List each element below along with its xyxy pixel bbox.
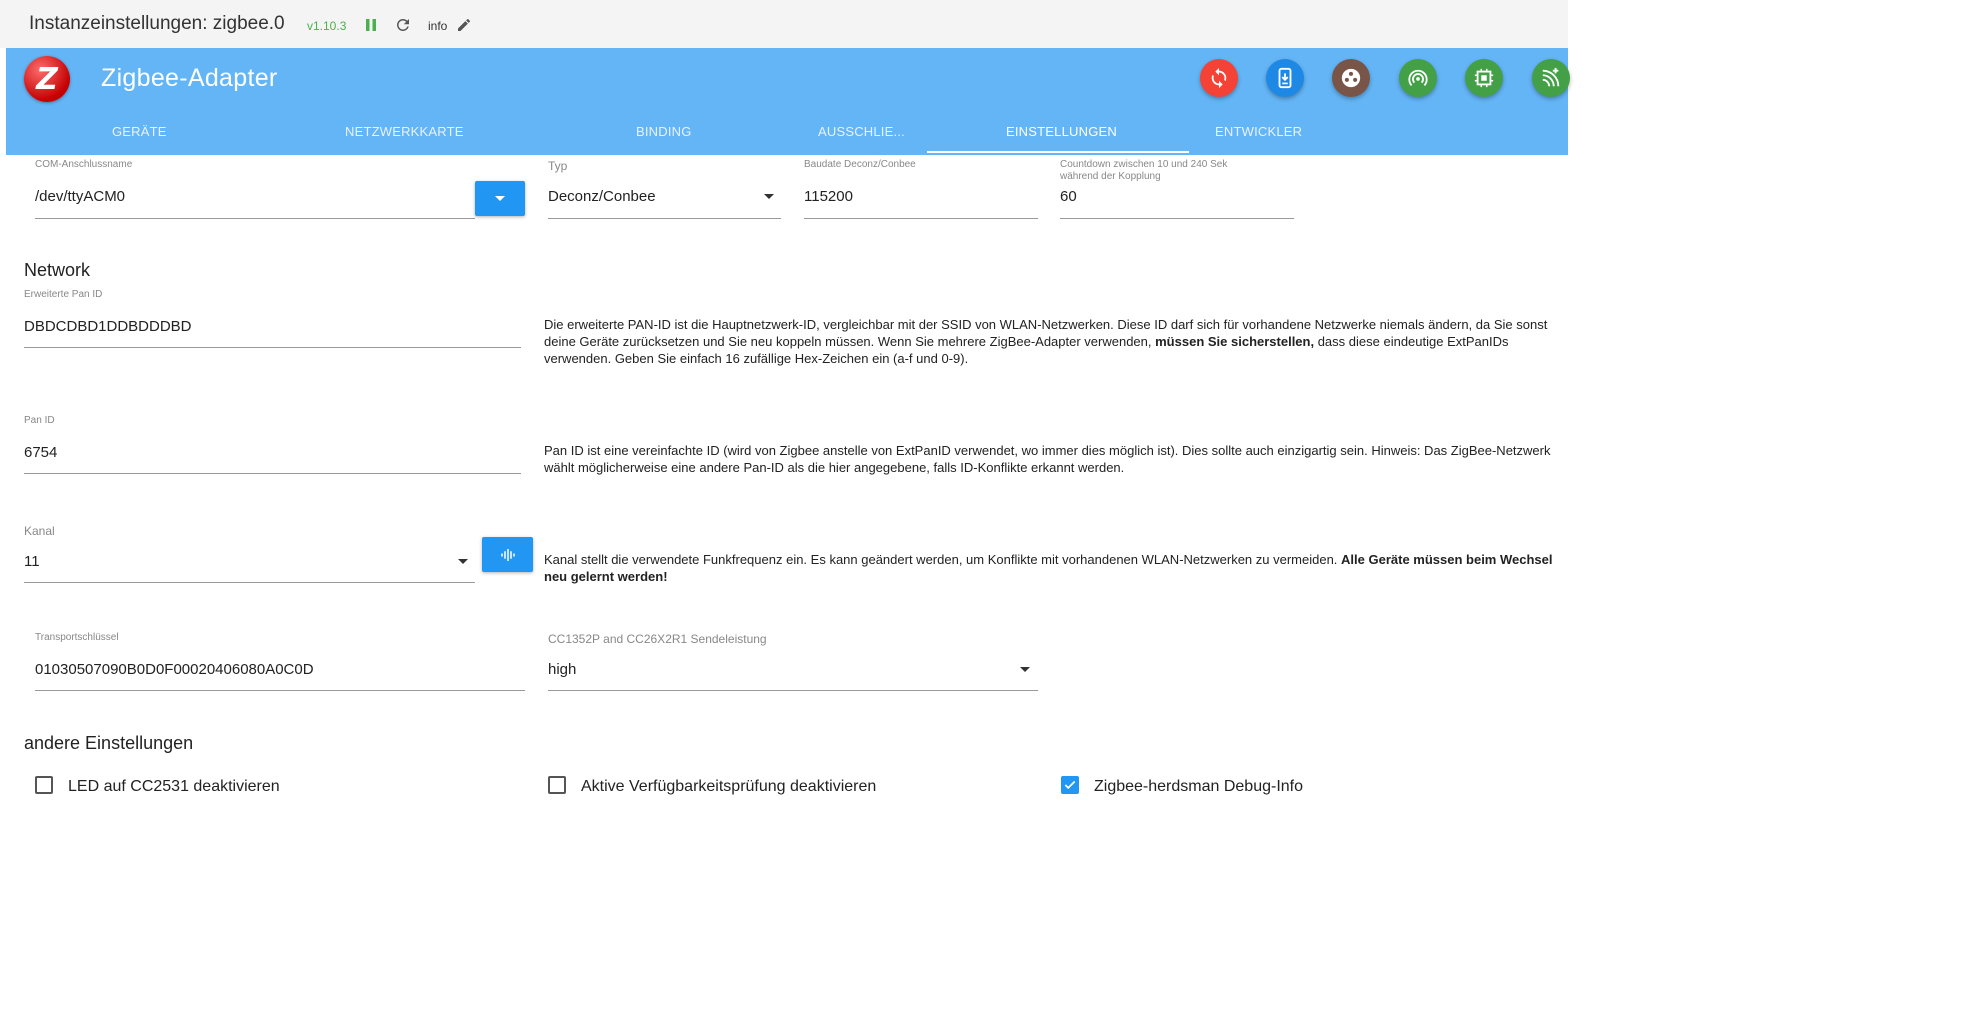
ext-pan-label: Erweiterte Pan ID — [24, 289, 103, 300]
reload-icon[interactable] — [394, 16, 412, 34]
channel-label: Kanal — [24, 524, 55, 538]
waveform-icon — [500, 548, 515, 561]
baud-label: Baudate Deconz/Conbee — [804, 159, 916, 170]
wifi-tethering-icon — [1408, 69, 1428, 86]
ext-pan-help: Die erweiterte PAN-ID ist die Hauptnetzw… — [544, 317, 1548, 366]
availability-disable-checkbox[interactable] — [548, 776, 566, 794]
led-disable-checkbox[interactable] — [35, 776, 53, 794]
chevron-down-icon[interactable] — [458, 559, 468, 564]
zigbee-logo: Z — [24, 56, 70, 102]
tab-ausschliessen[interactable]: AUSSCHLIE... — [818, 124, 905, 139]
active-tab-indicator — [927, 151, 1189, 153]
tx-power-select[interactable]: high — [548, 661, 576, 678]
chevron-down-icon — [495, 196, 505, 201]
download-icon — [1278, 67, 1292, 89]
wifi-tethering-button[interactable] — [1399, 59, 1437, 97]
chip-button[interactable] — [1465, 59, 1503, 97]
type-select[interactable]: Deconz/Conbee — [548, 188, 656, 205]
chevron-down-icon[interactable] — [764, 194, 774, 199]
page-title: Instanzeinstellungen: zigbee.0 — [29, 13, 285, 34]
channel-help: Kanal stellt die verwendete Funkfrequenz… — [544, 552, 1553, 584]
countdown-label-line2: während der Kopplung — [1060, 171, 1161, 182]
transport-key-label: Transportschlüssel — [35, 632, 119, 643]
tab-netzwerkkarte[interactable]: NETZWERKKARTE — [345, 124, 464, 139]
countdown-label: Countdown zwischen 10 und 240 Sek — [1060, 159, 1228, 170]
refresh-button[interactable] — [1200, 59, 1238, 97]
signal-icon — [1542, 67, 1560, 87]
com-port-label: COM-Anschlussname — [35, 159, 133, 170]
tab-geraete[interactable]: GERÄTE — [112, 124, 167, 139]
led-disable-label[interactable]: LED auf CC2531 deaktivieren — [68, 778, 280, 796]
ext-pan-input[interactable]: DBDCDBD1DDBDDDBD — [24, 318, 192, 335]
refresh-icon — [1211, 67, 1227, 89]
tab-entwickler[interactable]: ENTWICKLER — [1215, 124, 1302, 139]
other-settings-heading: andere Einstellungen — [24, 733, 194, 753]
network-heading: Network — [24, 260, 91, 280]
chip-icon — [1474, 68, 1494, 88]
countdown-input[interactable]: 60 — [1060, 188, 1077, 205]
hub-button[interactable] — [1332, 59, 1370, 97]
download-button[interactable] — [1266, 59, 1304, 97]
tab-einstellungen[interactable]: EINSTELLUNGEN — [1006, 124, 1117, 139]
hub-icon — [1341, 68, 1361, 88]
com-port-select-button[interactable] — [475, 181, 525, 216]
pause-icon[interactable] — [362, 16, 380, 34]
chevron-down-icon[interactable] — [1020, 667, 1030, 672]
tab-binding[interactable]: BINDING — [636, 124, 692, 139]
channel-scan-button[interactable] — [482, 537, 533, 572]
baud-input[interactable]: 115200 — [804, 188, 853, 205]
com-port-input[interactable]: /dev/ttyACM0 — [35, 188, 125, 205]
type-label: Typ — [548, 159, 568, 173]
version-badge: v1.10.3 — [307, 19, 347, 33]
edit-icon[interactable] — [455, 16, 473, 34]
signal-button[interactable] — [1532, 59, 1570, 97]
tx-power-label: CC1352P and CC26X2R1 Sendeleistung — [548, 632, 767, 646]
transport-key-input[interactable]: 01030507090B0D0F00020406080A0C0D — [35, 661, 314, 678]
pan-id-label: Pan ID — [24, 415, 55, 426]
debug-info-checkbox[interactable] — [1061, 776, 1079, 794]
availability-disable-label[interactable]: Aktive Verfügbarkeitsprüfung deaktiviere… — [581, 778, 876, 796]
debug-info-label[interactable]: Zigbee-herdsman Debug-Info — [1094, 778, 1303, 796]
adapter-appbar: Z Zigbee-Adapter GERÄTE NETZWERKKARTE BI… — [6, 48, 1570, 155]
check-icon — [1064, 780, 1076, 790]
instance-settings-header: Instanzeinstellungen: zigbee.0 v1.10.3 i… — [0, 0, 1568, 48]
loglevel-label: info — [428, 19, 448, 33]
channel-select[interactable]: 11 — [24, 553, 40, 570]
pan-id-input[interactable]: 6754 — [24, 444, 57, 461]
pan-id-help: Pan ID ist eine vereinfachte ID (wird vo… — [544, 443, 1551, 475]
adapter-title: Zigbee-Adapter — [101, 64, 278, 92]
